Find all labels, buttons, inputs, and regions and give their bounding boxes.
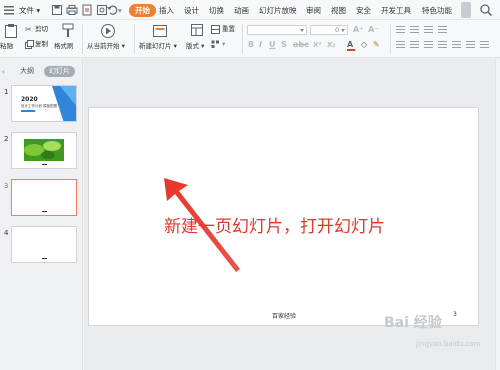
layout-button[interactable]: 版式 ▾ bbox=[186, 42, 204, 51]
line-spacing-icon[interactable] bbox=[466, 41, 475, 49]
cut-button[interactable]: 剪切 bbox=[35, 25, 48, 34]
slide-thumbnail-2[interactable] bbox=[11, 132, 77, 169]
watermark-url: jingyan.baidu.com bbox=[416, 340, 481, 348]
reset-icon bbox=[211, 25, 220, 36]
scissors-icon: ✂ bbox=[25, 25, 32, 34]
slide-footer: 百家经验 bbox=[272, 313, 297, 320]
tab-features[interactable]: 特色功能 bbox=[422, 4, 452, 17]
section-dropdown-icon[interactable]: ▾ bbox=[222, 40, 225, 49]
export-pdf-icon[interactable] bbox=[81, 4, 93, 16]
numbered-list-icon[interactable] bbox=[410, 26, 419, 34]
slide-number: 1 bbox=[4, 88, 9, 96]
tab-slides[interactable]: 幻灯片 bbox=[44, 66, 75, 77]
strikethrough-icon[interactable]: abc bbox=[293, 40, 309, 50]
font-color-bar bbox=[347, 49, 355, 51]
slide-1-subtitle: 设计工作计划 模板配图 bbox=[21, 104, 58, 108]
font-shrink-icon[interactable]: A⁻ bbox=[368, 25, 378, 35]
paste-dropdown-icon[interactable]: ▾ bbox=[10, 42, 13, 51]
copy-button[interactable]: 复制 bbox=[35, 40, 48, 49]
collapse-panel-icon[interactable]: ‹ bbox=[2, 68, 5, 76]
tab-insert[interactable]: 插入 bbox=[159, 4, 174, 17]
tab-design[interactable]: 设计 bbox=[184, 4, 199, 17]
highlight-icon[interactable]: ✎ bbox=[373, 40, 380, 50]
more-tabs-button[interactable] bbox=[461, 2, 471, 18]
align-left-icon[interactable] bbox=[396, 41, 405, 49]
slide-thumbnail-4[interactable] bbox=[11, 226, 77, 263]
slide-page-number: 3 bbox=[453, 311, 457, 318]
format-painter-button[interactable]: 格式刷 bbox=[54, 42, 74, 51]
superscript-icon[interactable]: X² bbox=[313, 40, 321, 50]
tab-developer[interactable]: 开发工具 bbox=[381, 4, 411, 17]
file-menu[interactable]: 文件 ▾ bbox=[19, 4, 40, 17]
align-center-icon[interactable] bbox=[410, 41, 419, 49]
tab-transition[interactable]: 切换 bbox=[209, 4, 224, 17]
annotation-text: 新建一页幻灯片，打开幻灯片 bbox=[164, 217, 385, 237]
new-slide-icon bbox=[152, 23, 168, 41]
format-painter-icon bbox=[61, 23, 75, 41]
distribute-icon[interactable] bbox=[452, 41, 461, 49]
font-size-value: 0 bbox=[335, 26, 340, 34]
indent-decrease-icon[interactable] bbox=[424, 26, 433, 34]
reset-button[interactable]: 重置 bbox=[222, 25, 235, 34]
shadow-icon[interactable]: S bbox=[281, 40, 287, 50]
slide-thumbnail-1[interactable]: 2020 设计工作计划 模板配图 bbox=[11, 85, 77, 122]
clear-format-icon[interactable]: ◇ bbox=[361, 40, 367, 50]
slide-1-accent-bar bbox=[21, 110, 35, 112]
slide-number: 3 bbox=[4, 182, 9, 190]
undo-icon[interactable] bbox=[106, 4, 118, 16]
layout-icon bbox=[190, 23, 204, 39]
slide-panel: ‹ 大纲 幻灯片 1 2020 设计工作计划 模板配图 2 3 4 bbox=[0, 59, 83, 370]
tab-review[interactable]: 审阅 bbox=[306, 4, 321, 17]
tab-home[interactable]: 开始 bbox=[129, 4, 156, 17]
slide-number: 2 bbox=[4, 135, 9, 143]
slide-3-footer-mark bbox=[42, 211, 47, 212]
indent-increase-icon[interactable] bbox=[438, 26, 447, 34]
print-icon[interactable] bbox=[66, 4, 78, 16]
copy-icon bbox=[25, 40, 34, 51]
undo-dropdown-icon[interactable]: ▾ bbox=[118, 4, 122, 17]
slide-2-leaf-image bbox=[24, 139, 64, 165]
menu-bar: 文件 ▾ ▾ 开始 插入 设计 切换 动画 幻灯片放映 审阅 视图 安全 开发工… bbox=[0, 0, 500, 20]
font-name-select[interactable] bbox=[247, 25, 307, 35]
font-grow-icon[interactable]: A⁺ bbox=[353, 25, 363, 35]
tab-slideshow[interactable]: 幻灯片放映 bbox=[259, 4, 297, 17]
slide-1-title: 2020 bbox=[21, 96, 38, 103]
menu-icon[interactable] bbox=[3, 4, 15, 16]
tab-view[interactable]: 视图 bbox=[331, 4, 346, 17]
play-icon bbox=[100, 23, 116, 41]
underline-icon[interactable]: U bbox=[269, 40, 276, 50]
from-current-slide-button[interactable]: 从当前开始 ▾ bbox=[87, 42, 125, 51]
bold-icon[interactable]: B bbox=[248, 40, 254, 50]
watermark-logo: Bai 经验 bbox=[384, 315, 442, 331]
section-icon[interactable] bbox=[211, 40, 220, 51]
slide-number: 4 bbox=[4, 229, 9, 237]
ribbon-toolbar: 粘贴 ▾ ✂ 剪切 复制 格式刷 从当前开始 ▾ 新建幻灯片 ▾ 版式 ▾ 重置… bbox=[0, 20, 500, 58]
paste-icon[interactable] bbox=[4, 23, 18, 41]
search-icon[interactable] bbox=[479, 3, 493, 17]
font-size-select[interactable]: 0 bbox=[310, 25, 348, 35]
save-icon[interactable] bbox=[51, 4, 63, 16]
tab-animation[interactable]: 动画 bbox=[234, 4, 249, 17]
slide-4-footer-mark bbox=[42, 258, 47, 259]
italic-icon[interactable]: I bbox=[259, 40, 262, 50]
new-slide-button[interactable]: 新建幻灯片 ▾ bbox=[139, 42, 177, 51]
text-direction-icon[interactable] bbox=[480, 41, 489, 49]
bullet-list-icon[interactable] bbox=[396, 26, 405, 34]
right-sidebar-strip bbox=[495, 59, 500, 370]
slide-thumbnail-3[interactable] bbox=[11, 179, 77, 216]
justify-icon[interactable] bbox=[438, 41, 447, 49]
tab-outline[interactable]: 大纲 bbox=[20, 66, 34, 77]
subscript-icon[interactable]: X₂ bbox=[327, 40, 335, 50]
align-right-icon[interactable] bbox=[424, 41, 433, 49]
tab-security[interactable]: 安全 bbox=[356, 4, 371, 17]
